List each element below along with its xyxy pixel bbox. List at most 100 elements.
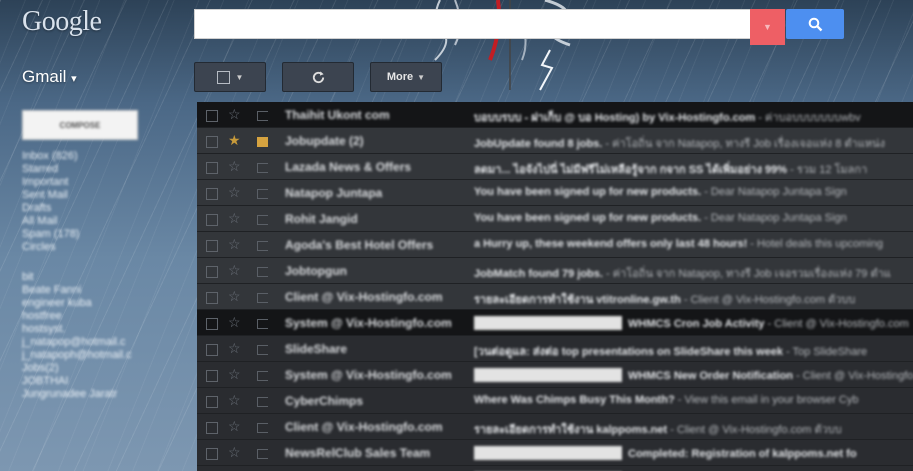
email-subject: ลดมา... ไอจังไปนี่ ไม่มีฟรีไม่เหลือรู้จา… (474, 164, 788, 176)
email-row[interactable]: ☆ NewsRelClub Sales Team Completed: Regist… (197, 440, 913, 466)
important-icon[interactable] (257, 449, 268, 459)
compose-button[interactable]: COMPOSE (22, 110, 138, 140)
email-row[interactable]: ☆ Rohit Jangid You have been signed up for… (197, 206, 913, 232)
important-icon[interactable] (257, 189, 268, 199)
sidebar-label[interactable]: Beate Fanni (22, 284, 192, 297)
sidebar-item[interactable]: Drafts (22, 202, 192, 215)
star-icon[interactable]: ☆ (228, 210, 241, 226)
sidebar-item[interactable]: Starred (22, 163, 192, 176)
email-row[interactable]: ☆ CyberChimps Where Was Chimps Busy This M… (197, 388, 913, 414)
email-row[interactable]: ☆ System @ Vix-Hostingfo.com WHMCS New Ord… (197, 362, 913, 388)
sidebar-label[interactable]: Jungrunadee Jaratr (22, 388, 192, 401)
important-icon[interactable] (257, 423, 268, 433)
star-icon[interactable]: ☆ (228, 444, 241, 460)
star-icon[interactable]: ☆ (228, 418, 241, 434)
email-row[interactable]: ☆ Client @ Vix-Hostingfo.com รายละเอียดการ… (197, 414, 913, 440)
email-subject-line: JobUpdate found 8 jobs. - ค่าโอถิ่น จาก … (474, 134, 913, 152)
sidebar-item[interactable]: Spam (178) (22, 228, 192, 241)
checkbox-icon[interactable] (206, 448, 218, 460)
checkbox-icon[interactable] (206, 318, 218, 330)
search-options-dropdown[interactable]: ▼ (750, 9, 785, 45)
chevron-down-icon: ▼ (235, 72, 244, 82)
checkbox-icon[interactable] (206, 188, 218, 200)
checkbox-icon[interactable] (206, 240, 218, 252)
search-input[interactable] (194, 9, 752, 39)
checkbox-icon[interactable] (206, 214, 218, 226)
email-row[interactable]: ☆ SlideShare [วนต่อดูแล: ส่งต่อ top presen… (197, 336, 913, 362)
google-logo[interactable]: Google (22, 6, 102, 38)
select-checkbox-button[interactable]: ▼ (194, 62, 266, 92)
star-icon[interactable]: ☆ (228, 366, 241, 382)
email-row[interactable]: ☆ Thaihit Ukont com บอบบรบบ - ฝาเก็บ @ บอ … (197, 102, 913, 128)
important-icon[interactable] (257, 163, 268, 173)
star-icon[interactable]: ☆ (228, 314, 241, 330)
refresh-button[interactable] (282, 62, 354, 92)
sidebar-item[interactable]: Sent Mail (22, 189, 192, 202)
important-icon[interactable] (257, 397, 268, 407)
important-icon[interactable] (257, 241, 268, 251)
star-icon[interactable]: ☆ (228, 236, 241, 252)
checkbox-icon[interactable] (206, 136, 218, 148)
important-icon[interactable] (257, 215, 268, 225)
sidebar-item[interactable]: Inbox (826) (22, 150, 192, 163)
email-row[interactable]: ☆ Natapop Juntapa You have been signed up … (197, 180, 913, 206)
gmail-menu[interactable]: Gmail ▾ (22, 67, 77, 87)
sidebar-label[interactable]: hostfree (22, 310, 192, 323)
email-subject: WHMCS Cron Job Activity (628, 318, 765, 330)
important-icon[interactable] (257, 319, 268, 329)
more-button[interactable]: More ▼ (370, 62, 442, 92)
email-sender: Client @ Vix-Hostingfo.com (285, 290, 443, 304)
star-icon[interactable]: ☆ (228, 262, 241, 278)
email-content: Client @ Vix-Hostingfo.com รายละเอียดการท… (282, 284, 913, 310)
star-icon[interactable]: ★ (228, 132, 241, 148)
important-icon[interactable] (257, 293, 268, 303)
checkbox-icon[interactable] (206, 292, 218, 304)
email-snippet: - Hotel deals this upcoming (747, 238, 883, 250)
checkbox-icon[interactable] (206, 110, 218, 122)
email-row[interactable]: ★ Jobupdate (2) JobUpdate found 8 jobs. - … (197, 128, 913, 154)
email-row[interactable]: ☆ System @ Vix-Hostingfo.com WHMCS Cron Jo… (197, 310, 913, 336)
email-content: SlideShare [วนต่อดูแล: ส่งต่อ top present… (282, 336, 913, 362)
checkbox-icon[interactable] (206, 344, 218, 356)
sidebar-label[interactable]: Jobs(2) (22, 362, 192, 375)
important-icon[interactable] (257, 345, 268, 355)
search-button[interactable] (786, 9, 844, 39)
important-icon[interactable] (257, 111, 268, 121)
sidebar-item[interactable]: Circles (22, 241, 192, 254)
checkbox-icon[interactable] (206, 266, 218, 278)
email-row[interactable]: ☆ Lazada News & Offers ลดมา... ไอจังไปนี่ … (197, 154, 913, 180)
email-list: ☆ Thaihit Ukont com บอบบรบบ - ฝาเก็บ @ บอ … (197, 102, 913, 471)
sidebar-label[interactable]: bit (22, 271, 192, 284)
email-sender: System @ Vix-Hostingfo.com (285, 316, 452, 330)
star-icon[interactable]: ☆ (228, 392, 241, 408)
important-icon[interactable] (257, 137, 268, 147)
sidebar-label[interactable]: engineer kuba (22, 297, 192, 310)
email-subject: บอบบรบบ - ฝาเก็บ @ บอ Hosting) by Vix-Ho… (474, 112, 756, 124)
star-icon[interactable]: ☆ (228, 158, 241, 174)
more-label: More (386, 71, 414, 83)
checkbox-icon[interactable] (206, 422, 218, 434)
chevron-down-icon: ▼ (763, 22, 772, 32)
star-icon[interactable]: ☆ (228, 184, 241, 200)
sidebar-item[interactable]: Important (22, 176, 192, 189)
email-row[interactable]: ☆ Client @ Vix-Hostingfo.com รายละเอียดการ… (197, 284, 913, 310)
checkbox-icon[interactable] (206, 162, 218, 174)
star-icon[interactable]: ☆ (228, 340, 241, 356)
email-subject-line: รายละเอียดการทำใช้งาน vtitronline.gw.th … (474, 290, 913, 308)
checkbox-icon[interactable] (206, 370, 218, 382)
sidebar-label[interactable]: j_natapop@hotmail.c (22, 336, 192, 349)
star-icon[interactable]: ☆ (228, 106, 241, 122)
checkbox-icon[interactable] (206, 396, 218, 408)
sidebar-item[interactable]: All Mail (22, 215, 192, 228)
important-icon[interactable] (257, 371, 268, 381)
email-subject: Completed: Registration of kalppoms.net … (628, 448, 857, 460)
sidebar-label[interactable]: hostsyst. (22, 323, 192, 336)
star-icon[interactable]: ☆ (228, 288, 241, 304)
sidebar-label[interactable]: j_natapoph@hotmail.c (22, 349, 192, 362)
email-content: System @ Vix-Hostingfo.com WHMCS Cron Job… (282, 310, 913, 336)
email-row[interactable]: ☆ (197, 466, 913, 471)
sidebar-label[interactable]: JOBTHAI (22, 375, 192, 388)
email-row[interactable]: ☆ Agoda's Best Hotel Offers a Hurry up, th… (197, 232, 913, 258)
email-row[interactable]: ☆ Jobtopgun JobMatch found 79 jobs. - ค่าโ… (197, 258, 913, 284)
important-icon[interactable] (257, 267, 268, 277)
